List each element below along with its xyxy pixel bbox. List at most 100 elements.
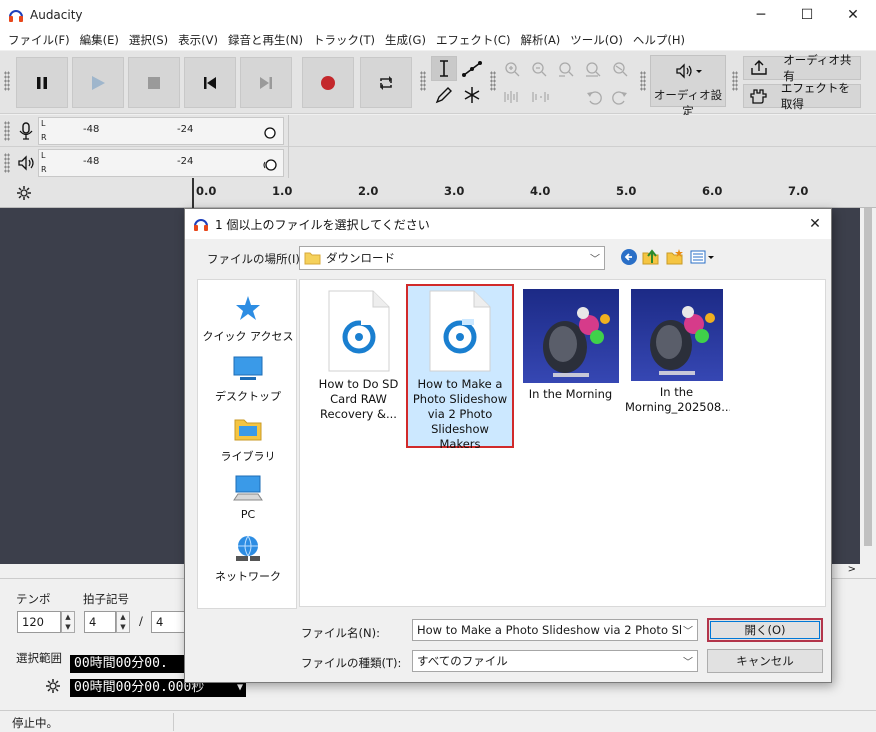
selection-start-time[interactable]: 00時間00分00. xyxy=(70,655,184,673)
place-libraries[interactable]: ライブラリ xyxy=(198,412,298,464)
meter-tick: -48 xyxy=(83,156,100,167)
file-item[interactable]: In the Morning_202508... xyxy=(623,286,730,448)
close-button[interactable]: ✕ xyxy=(830,0,876,30)
meter-tick: -24 xyxy=(177,156,194,167)
ruler-label: 3.0 xyxy=(444,184,465,198)
stop-button[interactable] xyxy=(128,57,180,108)
skip-to-start-button[interactable] xyxy=(184,57,236,108)
loop-icon xyxy=(380,75,392,90)
zoom-fit-icon xyxy=(586,62,601,77)
toolbar-grip[interactable] xyxy=(4,121,10,141)
menu-edit[interactable]: 編集(E) xyxy=(76,32,123,48)
look-in-dropdown[interactable]: ダウンロード ﹀ xyxy=(299,246,605,270)
dialog-close-button[interactable]: ✕ xyxy=(805,214,825,234)
microphone-icon[interactable] xyxy=(16,121,36,141)
scroll-thumb[interactable] xyxy=(864,208,872,546)
minimize-button[interactable]: ─ xyxy=(738,0,784,30)
file-list[interactable]: How to Do SD Card RAW Recovery &... How … xyxy=(299,279,826,607)
play-meter[interactable]: L R -48 -24 xyxy=(38,149,284,177)
menu-analyze[interactable]: 解析(A) xyxy=(516,32,564,48)
pause-button[interactable] xyxy=(16,57,68,108)
speaker-dropdown-icon xyxy=(676,63,702,79)
timeline-ruler[interactable]: 0.0 1.0 2.0 3.0 4.0 5.0 6.0 7.0 xyxy=(0,178,876,208)
document-thumbnail xyxy=(428,289,492,373)
silence-icon xyxy=(532,92,549,102)
zoom-out-button[interactable] xyxy=(527,57,551,81)
tempo-input[interactable]: 120 xyxy=(17,611,61,633)
selection-settings-button[interactable] xyxy=(42,675,64,697)
menu-file[interactable]: ファイル(F) xyxy=(4,32,74,48)
menu-effect[interactable]: エフェクト(C) xyxy=(432,32,515,48)
zoom-in-button[interactable] xyxy=(500,57,524,81)
meter-level-knob-icon[interactable] xyxy=(263,158,279,172)
place-network[interactable]: ネットワーク xyxy=(198,532,298,584)
tempo-stepper[interactable]: ▲ ▼ xyxy=(61,611,75,633)
menu-tracks[interactable]: トラック(T) xyxy=(309,32,379,48)
loop-button[interactable] xyxy=(360,57,412,108)
open-button[interactable]: 開く(O) xyxy=(707,618,823,642)
toolbar-grip[interactable] xyxy=(4,71,10,91)
skip-to-end-button[interactable] xyxy=(240,57,292,108)
menu-tools[interactable]: ツール(O) xyxy=(566,32,627,48)
menu-view[interactable]: 表示(V) xyxy=(174,32,222,48)
record-button[interactable] xyxy=(302,57,354,108)
ruler-scale[interactable]: 0.0 1.0 2.0 3.0 4.0 5.0 6.0 7.0 xyxy=(192,178,876,208)
menu-transport[interactable]: 録音と再生(N) xyxy=(224,32,307,48)
time-signature-label: 拍子記号 xyxy=(83,592,129,606)
menu-generate[interactable]: 生成(G) xyxy=(381,32,430,48)
up-folder-button[interactable] xyxy=(641,247,661,267)
place-desktop[interactable]: デスクトップ xyxy=(198,352,298,404)
file-item[interactable]: How to Do SD Card RAW Recovery &... xyxy=(305,286,412,448)
maximize-button[interactable]: ☐ xyxy=(784,0,830,30)
file-item[interactable]: In the Morning xyxy=(517,286,624,448)
library-folder-icon xyxy=(234,419,262,441)
speaker-icon[interactable] xyxy=(16,153,36,173)
selection-tool[interactable] xyxy=(431,56,457,81)
draw-tool[interactable] xyxy=(432,83,456,107)
file-item-selected[interactable]: How to Make a Photo Slideshow via 2 Phot… xyxy=(406,284,514,451)
redo-button[interactable] xyxy=(608,85,632,109)
undo-button[interactable] xyxy=(582,85,606,109)
place-pc[interactable]: PC xyxy=(198,472,298,521)
trim-button[interactable] xyxy=(500,85,524,109)
scroll-right-icon[interactable]: > xyxy=(848,564,856,575)
cancel-button[interactable]: キャンセル xyxy=(707,649,823,673)
silence-button[interactable] xyxy=(528,85,552,109)
envelope-tool[interactable] xyxy=(460,57,484,81)
get-effects-button[interactable]: エフェクトを取得 xyxy=(743,81,861,111)
toolbar-grip[interactable] xyxy=(640,71,646,91)
new-folder-button[interactable] xyxy=(665,247,685,267)
timeline-settings-button[interactable] xyxy=(12,182,36,204)
menu-help[interactable]: ヘルプ(H) xyxy=(629,32,689,48)
back-button[interactable] xyxy=(619,247,639,267)
ruler-label: 0.0 xyxy=(196,184,217,198)
time-signature-denominator[interactable]: 4 xyxy=(151,611,185,633)
back-arrow-icon xyxy=(621,249,637,265)
time-signature-numerator[interactable]: 4 xyxy=(84,611,116,633)
play-button[interactable] xyxy=(72,57,124,108)
zoom-toggle-button[interactable] xyxy=(608,57,632,81)
menu-select[interactable]: 選択(S) xyxy=(125,32,172,48)
audio-setup-button[interactable]: オーディオ設定 xyxy=(650,55,726,118)
fit-selection-button[interactable] xyxy=(554,57,578,81)
filetype-dropdown[interactable]: すべてのファイル ﹀ xyxy=(412,650,698,672)
toolbar-grip[interactable] xyxy=(490,71,496,91)
multi-tool[interactable] xyxy=(460,83,484,107)
up-folder-icon xyxy=(642,249,659,265)
chevron-down-icon[interactable]: ﹀ xyxy=(683,623,693,638)
toolbar-grip[interactable] xyxy=(420,71,426,91)
skip-start-icon xyxy=(204,76,216,89)
record-meter[interactable]: L R -48 -24 xyxy=(38,117,284,145)
toolbar-grip[interactable] xyxy=(732,71,738,91)
ruler-label: 5.0 xyxy=(616,184,637,198)
meter-level-knob-icon[interactable] xyxy=(263,126,277,140)
view-menu-button[interactable] xyxy=(689,247,717,267)
desktop-icon xyxy=(233,356,263,380)
fit-project-button[interactable] xyxy=(581,57,605,81)
filename-input[interactable]: How to Make a Photo Slideshow via 2 Phot… xyxy=(412,619,698,641)
share-audio-button[interactable]: オーディオ共有 xyxy=(743,53,861,83)
numerator-stepper[interactable]: ▲ ▼ xyxy=(116,611,130,633)
vertical-scrollbar[interactable] xyxy=(860,208,876,564)
toolbar-grip[interactable] xyxy=(4,153,10,173)
place-quick-access[interactable]: クイック アクセス xyxy=(198,292,298,344)
